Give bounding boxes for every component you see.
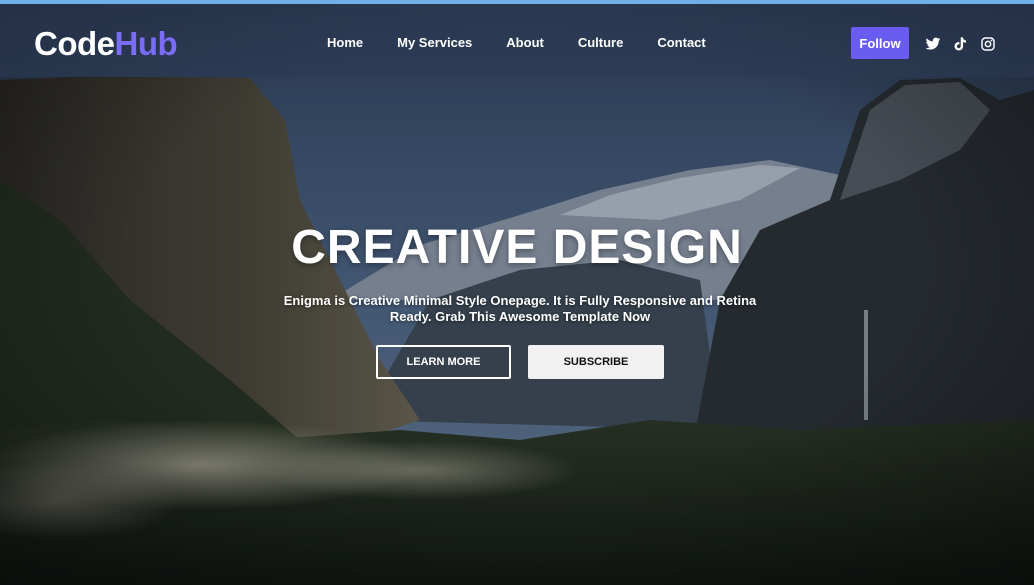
- brand-logo[interactable]: CodeHub: [34, 25, 178, 62]
- learn-more-button[interactable]: LEARN MORE: [376, 345, 511, 379]
- hero-title: CREATIVE DESIGN: [291, 221, 743, 274]
- navbar: CodeHub Home My Services About Culture C…: [0, 4, 1034, 77]
- landing-page: CodeHub Home My Services About Culture C…: [0, 0, 1034, 585]
- main-nav: Home My Services About Culture Contact: [310, 34, 723, 52]
- subscribe-button[interactable]: SUBSCRIBE: [528, 345, 664, 379]
- nav-link-contact[interactable]: Contact: [640, 34, 722, 52]
- nav-link-about[interactable]: About: [489, 34, 561, 52]
- nav-link-culture[interactable]: Culture: [561, 34, 641, 52]
- nav-link-my-services[interactable]: My Services: [380, 34, 489, 52]
- brand-logo-part2: Hub: [114, 25, 178, 62]
- hero-subtitle: Enigma is Creative Minimal Style Onepage…: [283, 293, 757, 324]
- tiktok-icon[interactable]: [952, 36, 968, 52]
- follow-button[interactable]: Follow: [851, 27, 909, 59]
- instagram-icon[interactable]: [980, 36, 996, 52]
- brand-logo-part1: Code: [34, 25, 115, 62]
- twitter-icon[interactable]: [925, 36, 941, 52]
- nav-link-home[interactable]: Home: [310, 34, 380, 52]
